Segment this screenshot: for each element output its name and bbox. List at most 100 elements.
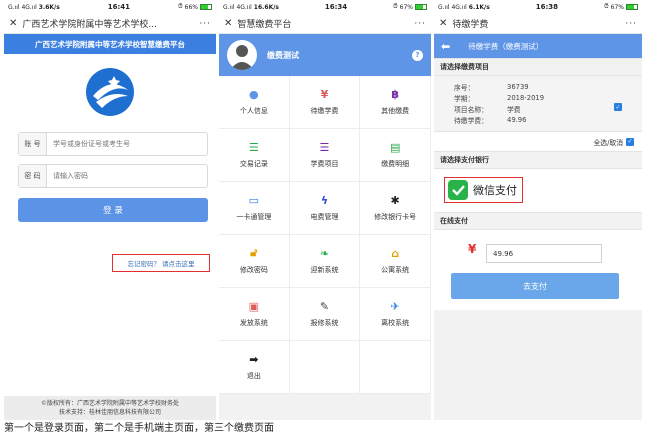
sub-header: ⬅ 待缴学费（缴费测试）	[434, 34, 642, 58]
menu-empty-cell	[289, 341, 361, 394]
select-all-checkbox[interactable]: ✓	[626, 137, 634, 146]
wechat-pay-option[interactable]: 微信支付	[444, 177, 523, 203]
alarm-icon: ⏰︎	[392, 3, 398, 10]
gear-icon: ✱	[390, 193, 400, 207]
amount-input[interactable]	[486, 244, 602, 263]
pay-area: ¥ 去支付	[434, 230, 642, 310]
figure-caption: 第一个是登录页面，第二个是手机端主页面，第三个缴费页面	[4, 423, 274, 434]
menu-item[interactable]: ❧ 迎新系统	[289, 235, 361, 288]
menu-item[interactable]: ✱ 修改银行卡号	[360, 182, 431, 235]
battery-percent: 67%	[610, 3, 624, 11]
battery-percent: 67%	[399, 3, 413, 11]
menu-item-label: 学费项目	[310, 160, 339, 168]
page-title: 智慧缴费平台	[237, 20, 292, 30]
menu-item[interactable]: ▤ 缴费明细	[360, 129, 431, 182]
menu-item[interactable]: ⌂ 公寓系统	[360, 235, 431, 288]
username: 缴费测试	[267, 50, 299, 60]
fee-field-row: 序号： 36739	[454, 81, 642, 92]
avatar-icon	[230, 45, 254, 70]
status-right: ⏰︎ 66%	[178, 3, 212, 11]
close-icon[interactable]: ✕	[9, 18, 17, 29]
footer-copyright: ©版权所有：广西艺术学院附属中等艺术学校财务处	[40, 400, 179, 407]
logout-icon: ➡	[249, 352, 259, 366]
fee-field-key: 项目名称：	[454, 105, 488, 114]
fee-field-row: 待缴学费： 49.96	[454, 114, 642, 125]
card-icon: ▭	[248, 193, 260, 207]
menu-item-label: 报修系统	[310, 319, 339, 327]
password-input[interactable]	[47, 172, 207, 180]
status-time: 16:34	[324, 3, 348, 11]
page-title: 待缴学费	[452, 20, 489, 30]
more-icon[interactable]: ···	[199, 19, 211, 29]
platform-banner: 广西艺术学院附属中等艺术学校智慧缴费平台	[4, 34, 216, 54]
more-icon[interactable]: ···	[414, 19, 426, 29]
battery-icon	[415, 4, 427, 10]
select-all-row: 全选/取消 ✓	[434, 131, 642, 151]
login-button[interactable]: 登 录	[18, 198, 208, 222]
menu-item[interactable]: 🔓︎ 修改密码	[219, 235, 290, 288]
wechat-pay-label: 微信支付	[473, 184, 517, 197]
menu-item[interactable]: ● 个人信息	[219, 76, 290, 129]
menu-item[interactable]: ▭ 一卡通管理	[219, 182, 290, 235]
menu-item-label: 交易记录	[239, 160, 268, 168]
fee-field-value: 36739	[507, 82, 529, 91]
user-header: 缴费测试 ?	[219, 34, 431, 76]
menu-item[interactable]: ϟ 电费管理	[289, 182, 361, 235]
nav-bar: ✕ 待缴学费 ···	[434, 14, 642, 34]
receipt-icon: ▤	[389, 140, 401, 154]
select-all-label: 全选/取消	[593, 138, 623, 147]
section-select-bank: 请选择支付银行	[434, 151, 642, 169]
account-input[interactable]	[47, 140, 207, 148]
close-icon[interactable]: ✕	[439, 18, 447, 29]
status-bar: G.ııl 4G.ııl 16.6K/s 16:34 ⏰︎ 67%	[219, 0, 431, 14]
menu-item-label: 修改银行卡号	[374, 213, 417, 221]
help-icon[interactable]: ?	[412, 49, 423, 61]
status-right: ⏰︎ 67%	[604, 3, 638, 11]
menu-item-label: 公寓系统	[381, 266, 410, 274]
menu-item-label: 修改密码	[239, 266, 268, 274]
menu-item[interactable]: ✈ 离校系统	[360, 288, 431, 341]
unlock-icon: 🔓︎	[250, 246, 258, 259]
fee-field-row: 学期： 2018-2019	[454, 92, 642, 103]
section-select-items: 请选择缴费项目	[434, 58, 642, 76]
menu-item[interactable]: ฿ 其他缴费	[360, 76, 431, 129]
menu-item[interactable]: ¥ 待缴学费	[289, 76, 361, 129]
signal-text: G.ııl 4G.ııl 16.6K/s	[223, 3, 279, 11]
menu-item-label: 个人信息	[239, 107, 268, 115]
password-field: 密 码	[18, 164, 208, 188]
menu-item-label: 电费管理	[310, 213, 339, 221]
menu-item[interactable]: ➡ 退出	[219, 341, 290, 394]
item-checkbox[interactable]: ✓	[614, 103, 622, 111]
menu-grid: ● 个人信息 ¥ 待缴学费 ฿ 其他缴费 ☰ 交易记录 ☰ 学费项目 ▤ 缴费明细 ▭ 一卡通管理 ϟ 电费管…	[219, 76, 431, 394]
plane-icon: ✈	[390, 299, 400, 313]
account-field: 账 号	[18, 132, 208, 156]
menu-item-label: 发放系统	[239, 319, 268, 327]
avatar[interactable]	[227, 40, 257, 70]
menu-item-label: 待缴学费	[310, 107, 339, 115]
account-label: 账 号	[19, 133, 47, 155]
school-logo	[4, 66, 216, 118]
copyright-footer: ©版权所有：广西艺术学院附属中等艺术学校财务处 技术支持：桂林佳朋信息科技有限公…	[4, 396, 216, 420]
menu-icon: ☰	[319, 140, 330, 154]
fee-item: 序号： 36739 学期： 2018-2019 项目名称： 学费 待缴学费： 49.96 ✓	[434, 76, 642, 131]
menu-item-label: 迎新系统	[310, 266, 339, 274]
fee-field-value: 2018-2019	[507, 93, 545, 102]
menu-item-label: 缴费明细	[381, 160, 410, 168]
phones-container: G.ııl 4G.ııl 3.6K/s 16:41 ⏰︎ 66% ✕ 广西艺术学…	[0, 0, 646, 420]
close-icon[interactable]: ✕	[224, 18, 232, 29]
menu-item[interactable]: ✎ 报修系统	[289, 288, 361, 341]
yen-icon: ¥	[320, 87, 329, 101]
back-arrow-icon[interactable]: ⬅	[441, 40, 450, 53]
status-right: ⏰︎ 67%	[393, 3, 427, 11]
forgot-password-link[interactable]: 忘记密码？ 请点击这里	[112, 254, 210, 272]
menu-item[interactable]: ☰ 交易记录	[219, 129, 290, 182]
menu-item[interactable]: ☰ 学费项目	[289, 129, 361, 182]
pay-button[interactable]: 去支付	[451, 273, 619, 299]
menu-item[interactable]: ▣ 发放系统	[219, 288, 290, 341]
fee-field-key: 学期：	[454, 94, 475, 103]
more-icon[interactable]: ···	[625, 19, 637, 29]
password-label: 密 码	[19, 165, 47, 187]
leaf-icon: ❧	[319, 246, 330, 260]
login-screen: G.ııl 4G.ııl 3.6K/s 16:41 ⏰︎ 66% ✕ 广西艺术学…	[4, 0, 216, 420]
menu-item-label: 其他缴费	[381, 107, 410, 115]
